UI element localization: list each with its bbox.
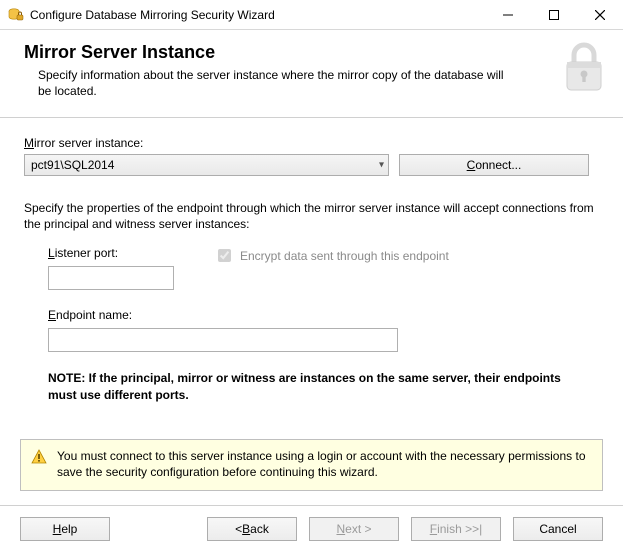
endpoint-name-input[interactable] [48, 328, 398, 352]
properties-instruction: Specify the properties of the endpoint t… [24, 200, 599, 232]
listener-port-input[interactable] [48, 266, 174, 290]
wizard-body: Mirror server instance: pct91\SQL2014 ▾ … [0, 118, 623, 413]
ports-note: NOTE: If the principal, mirror or witnes… [48, 370, 588, 402]
warning-text: You must connect to this server instance… [57, 448, 592, 480]
connect-button[interactable]: Connect... [399, 154, 589, 176]
instance-label: Mirror server instance: [24, 136, 599, 150]
endpoint-name-label: Endpoint name: [48, 308, 599, 322]
title-bar: Configure Database Mirroring Security Wi… [0, 0, 623, 30]
close-button[interactable] [577, 0, 623, 29]
mirror-instance-value: pct91\SQL2014 [31, 158, 114, 172]
maximize-button[interactable] [531, 0, 577, 29]
chevron-down-icon: ▾ [379, 160, 384, 171]
next-button[interactable]: Next > [309, 517, 399, 541]
finish-button[interactable]: Finish >>| [411, 517, 501, 541]
app-icon [8, 7, 24, 23]
warning-triangle-icon [31, 449, 47, 469]
mirror-instance-combobox[interactable]: pct91\SQL2014 ▾ [24, 154, 389, 176]
wizard-footer: Help < Back Next > Finish >>| Cancel [0, 505, 623, 551]
listener-port-label: Listener port: [48, 246, 174, 260]
warning-panel: You must connect to this server instance… [20, 439, 603, 491]
wizard-header: Mirror Server Instance Specify informati… [0, 30, 623, 118]
cancel-button[interactable]: Cancel [513, 517, 603, 541]
encrypt-label: Encrypt data sent through this endpoint [240, 249, 449, 263]
minimize-button[interactable] [485, 0, 531, 29]
encrypt-checkbox [218, 249, 231, 262]
window-controls [485, 0, 623, 29]
page-heading: Mirror Server Instance [24, 42, 599, 63]
encrypt-checkbox-row: Encrypt data sent through this endpoint [214, 246, 449, 265]
window-title: Configure Database Mirroring Security Wi… [30, 8, 485, 22]
page-subtitle: Specify information about the server ins… [38, 67, 508, 99]
back-button[interactable]: < Back [207, 517, 297, 541]
padlock-icon [561, 40, 607, 99]
help-button[interactable]: Help [20, 517, 110, 541]
